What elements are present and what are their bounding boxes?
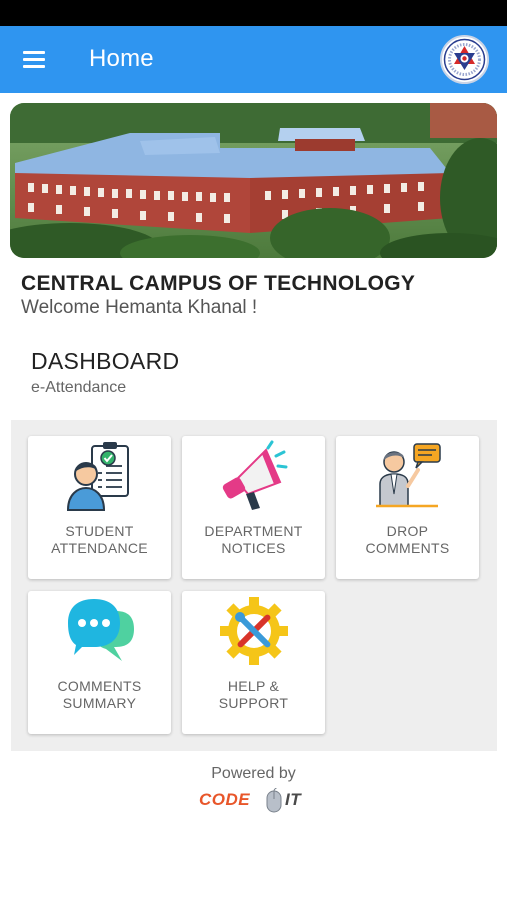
tile-label: STUDENT ATTENDANCE	[51, 523, 148, 556]
mouse-icon	[265, 785, 283, 814]
comments-summary-tile[interactable]: COMMENTS SUMMARY	[28, 591, 171, 734]
brand-text-code: CODE	[199, 790, 251, 809]
app-bar: Home	[0, 26, 507, 93]
university-emblem-icon	[440, 35, 489, 84]
tile-label: DEPARTMENT NOTICES	[204, 523, 303, 556]
campus-photo	[10, 103, 497, 258]
tile-label: COMMENTS SUMMARY	[57, 678, 142, 711]
page-title: Home	[89, 45, 154, 72]
brand-text-it: IT	[285, 790, 302, 809]
tile-label: HELP & SUPPORT	[218, 678, 289, 711]
drop-comments-tile[interactable]: DROP COMMENTS	[336, 436, 479, 579]
dashboard-title: DASHBOARD	[31, 348, 180, 374]
dashboard-subtitle: e-Attendance	[31, 379, 127, 396]
dashboard-grid: STUDENT ATTENDANCE DEPARTMENT NOTICES DR…	[11, 420, 497, 751]
help-support-tile[interactable]: HELP & SUPPORT	[182, 591, 325, 734]
department-notices-tile[interactable]: DEPARTMENT NOTICES	[182, 436, 325, 579]
tile-label: DROP COMMENTS	[365, 523, 450, 556]
gear-tools-icon	[218, 595, 290, 667]
status-bar	[0, 0, 507, 26]
codeit-brand-logo: CODE IT	[199, 785, 309, 814]
student-attendance-tile[interactable]: STUDENT ATTENDANCE	[28, 436, 171, 579]
presenter-comment-icon	[372, 440, 444, 512]
megaphone-icon	[218, 440, 290, 512]
student-attendance-icon	[64, 440, 136, 512]
campus-name: CENTRAL CAMPUS OF TECHNOLOGY	[21, 272, 416, 295]
welcome-message: Welcome Hemanta Khanal !	[21, 297, 258, 318]
hamburger-menu-icon[interactable]	[20, 47, 50, 73]
chat-bubbles-icon	[64, 595, 136, 667]
powered-by-text: Powered by	[211, 765, 296, 782]
